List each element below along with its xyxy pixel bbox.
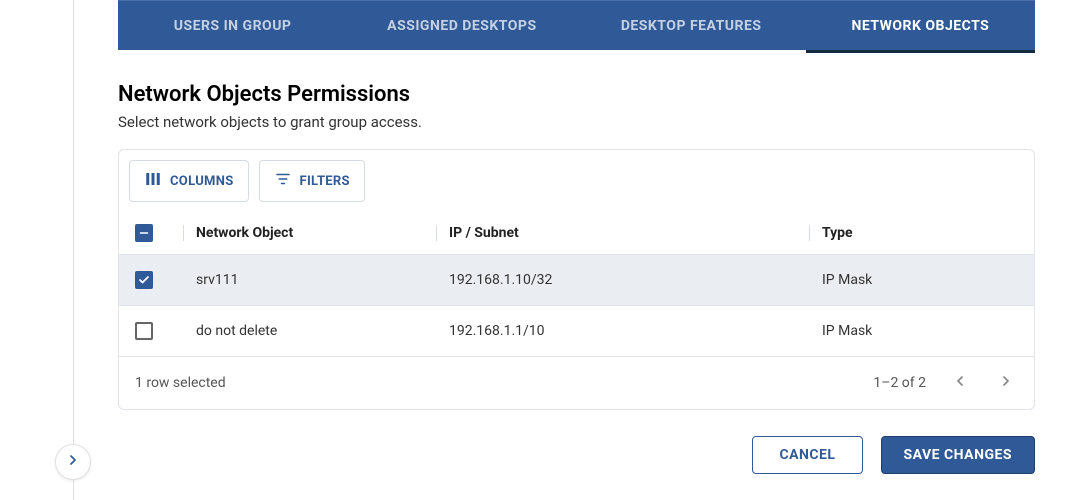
select-all-checkbox[interactable] <box>135 224 153 242</box>
tab-network-objects[interactable]: NETWORK OBJECTS <box>806 1 1035 50</box>
cancel-button[interactable]: CANCEL <box>752 436 862 474</box>
row-checkbox[interactable] <box>135 271 153 289</box>
filters-label: FILTERS <box>300 174 350 189</box>
tab-assigned-desktops[interactable]: ASSIGNED DESKTOPS <box>347 1 576 50</box>
row-checkbox[interactable] <box>135 322 153 340</box>
tab-label: ASSIGNED DESKTOPS <box>387 18 536 34</box>
column-separator <box>183 225 184 241</box>
filter-icon <box>274 170 292 192</box>
tab-users-in-group[interactable]: USERS IN GROUP <box>118 1 347 50</box>
cell-type: IP Mask <box>822 323 1018 339</box>
cell-network-object: do not delete <box>196 323 436 339</box>
columns-icon <box>144 170 162 192</box>
cell-type: IP Mask <box>822 272 1018 288</box>
column-header-type[interactable]: Type <box>822 225 1018 241</box>
pagination-prev-button[interactable] <box>948 371 972 395</box>
filters-button[interactable]: FILTERS <box>259 160 365 202</box>
column-separator <box>436 225 437 241</box>
tab-desktop-features[interactable]: DESKTOP FEATURES <box>577 1 806 50</box>
cell-ip-subnet: 192.168.1.1/10 <box>449 323 809 339</box>
selected-rows-text: 1 row selected <box>135 375 226 391</box>
columns-label: COLUMNS <box>170 174 234 189</box>
columns-button[interactable]: COLUMNS <box>129 160 249 202</box>
chevron-right-icon <box>65 452 81 472</box>
chevron-right-icon <box>998 373 1014 393</box>
pagination: 1–2 of 2 <box>873 371 1018 395</box>
form-actions: CANCEL SAVE CHANGES <box>118 436 1035 474</box>
table-row[interactable]: do not delete 192.168.1.1/10 IP Mask <box>119 306 1034 357</box>
save-changes-button[interactable]: SAVE CHANGES <box>881 436 1035 474</box>
tab-label: NETWORK OBJECTS <box>851 18 989 34</box>
table-footer: 1 row selected 1–2 of 2 <box>119 357 1034 409</box>
grid-toolbar: COLUMNS FILTERS <box>119 150 1034 212</box>
data-grid: COLUMNS FILTERS Network Object IP / <box>118 149 1035 410</box>
table-row[interactable]: srv111 192.168.1.10/32 IP Mask <box>119 255 1034 306</box>
chevron-left-icon <box>952 373 968 393</box>
column-separator <box>809 225 810 241</box>
pagination-range: 1–2 of 2 <box>873 375 926 391</box>
page-subtitle: Select network objects to grant group ac… <box>118 113 1035 131</box>
tab-label: DESKTOP FEATURES <box>621 18 762 34</box>
pagination-next-button[interactable] <box>994 371 1018 395</box>
table-header-row: Network Object IP / Subnet Type <box>119 212 1034 255</box>
page-title: Network Objects Permissions <box>118 82 1035 107</box>
cell-network-object: srv111 <box>196 272 436 288</box>
cell-ip-subnet: 192.168.1.10/32 <box>449 272 809 288</box>
tab-label: USERS IN GROUP <box>174 18 292 34</box>
column-header-network-object[interactable]: Network Object <box>196 225 436 241</box>
sidebar-divider <box>73 0 74 500</box>
tab-bar: USERS IN GROUP ASSIGNED DESKTOPS DESKTOP… <box>118 0 1035 50</box>
column-header-ip-subnet[interactable]: IP / Subnet <box>449 225 809 241</box>
sidebar-expand-button[interactable] <box>55 444 91 480</box>
table: Network Object IP / Subnet Type srv111 1… <box>119 212 1034 409</box>
